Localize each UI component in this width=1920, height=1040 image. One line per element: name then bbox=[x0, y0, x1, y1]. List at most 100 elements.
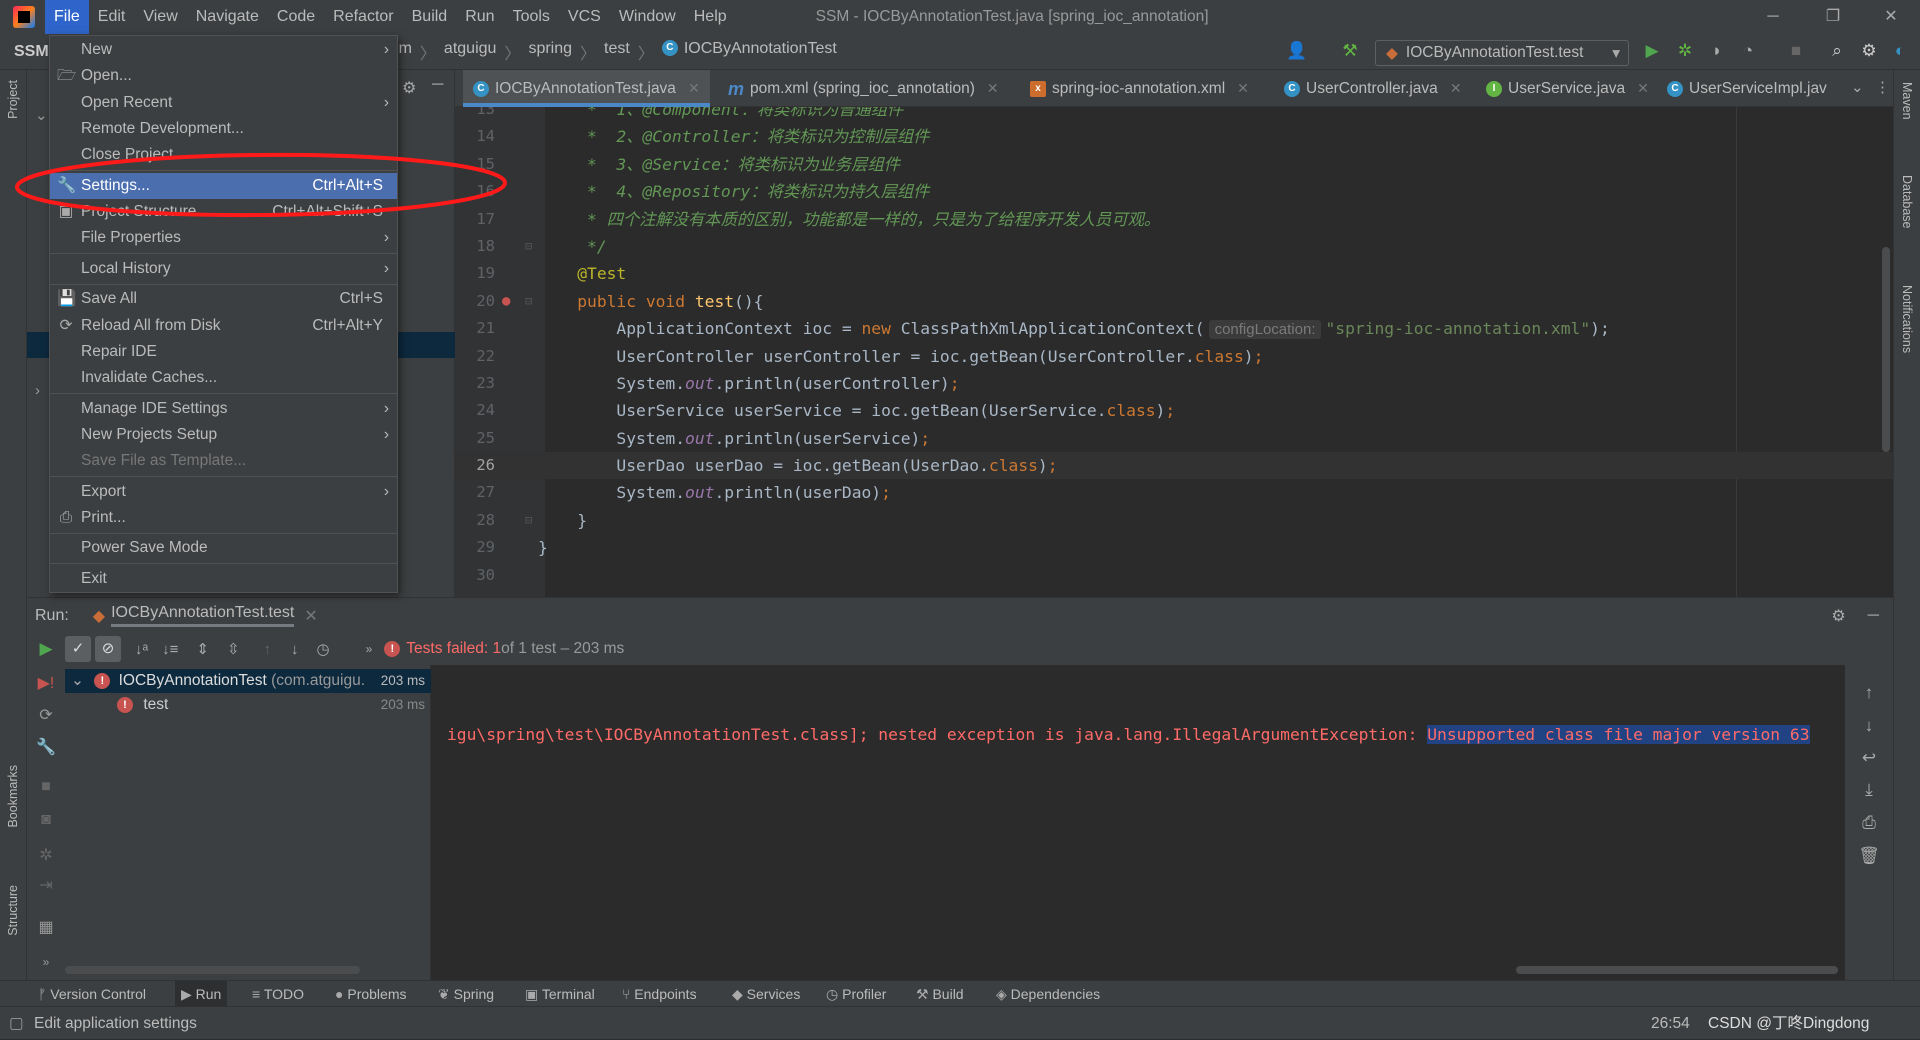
menu-navigate[interactable]: Navigate bbox=[187, 0, 268, 34]
clear-all-icon[interactable]: 🗑 bbox=[1845, 846, 1893, 866]
menu-item-reload-all-from-disk[interactable]: ⟳ Reload All from Disk Ctrl+Alt+Y bbox=[50, 313, 397, 339]
menu-vcs[interactable]: VCS bbox=[559, 0, 610, 34]
menu-view[interactable]: View bbox=[134, 0, 186, 34]
stop-icon[interactable]: ■ bbox=[1784, 41, 1808, 61]
menu-window[interactable]: Window bbox=[610, 0, 685, 34]
tool-tab-endpoints[interactable]: ⑂ Endpoints bbox=[616, 981, 703, 1007]
tool-tab-version-control[interactable]: ᚠ Version Control bbox=[32, 981, 152, 1007]
tool-tab-spring[interactable]: ❦ Spring bbox=[432, 981, 500, 1007]
chevron-right-icon[interactable]: › bbox=[35, 382, 40, 399]
maven-tool-button[interactable]: Maven bbox=[1900, 82, 1914, 120]
menu-item-power-save-mode[interactable]: Power Save Mode bbox=[50, 535, 397, 561]
menu-help[interactable]: Help bbox=[685, 0, 736, 34]
coverage-icon[interactable]: ◗ bbox=[1705, 41, 1729, 61]
menu-item-new-projects-setup[interactable]: New Projects Setup › bbox=[50, 422, 397, 448]
menu-file[interactable]: File bbox=[45, 0, 89, 34]
menu-item-settings[interactable]: 🔧 Settings... Ctrl+Alt+S bbox=[50, 172, 397, 199]
menu-item-open-recent[interactable]: Open Recent › bbox=[50, 90, 397, 116]
menu-item-file-properties[interactable]: File Properties › bbox=[50, 225, 397, 251]
debug-icon[interactable]: ✲ bbox=[1673, 41, 1697, 61]
close-window-button[interactable]: ✕ bbox=[1868, 0, 1914, 34]
more-toolbar-icon[interactable]: » bbox=[366, 642, 373, 656]
structure-tool-button[interactable]: Structure bbox=[6, 885, 20, 936]
rerun-icon[interactable]: ▶ bbox=[27, 639, 65, 659]
scroll-down-icon[interactable]: ↓ bbox=[1845, 716, 1893, 736]
menu-tools[interactable]: Tools bbox=[504, 0, 559, 34]
test-history-icon[interactable]: ◷ bbox=[317, 640, 330, 658]
tree-row-test-method[interactable]: ! test 203 ms bbox=[65, 693, 431, 717]
menu-item-export[interactable]: Export › bbox=[50, 479, 397, 505]
fold-marker-icon[interactable]: ⊟ bbox=[525, 507, 532, 534]
menu-item-manage-ide-settings[interactable]: Manage IDE Settings › bbox=[50, 396, 397, 422]
editor-tab[interactable]: x spring-ioc-annotation.xml ✕ bbox=[1020, 70, 1259, 107]
soft-wrap-icon[interactable]: ↩ bbox=[1845, 748, 1893, 768]
editor-tab[interactable]: C UserServiceImpl.jav bbox=[1657, 70, 1837, 107]
status-toggle-icon[interactable]: ▢ bbox=[9, 1007, 24, 1040]
menu-item-new[interactable]: New › bbox=[50, 37, 397, 63]
project-settings-icon[interactable]: ⚙ bbox=[402, 78, 416, 98]
show-ignored-toggle-icon[interactable]: ⊘ bbox=[95, 636, 121, 662]
tool-tab-problems[interactable]: ● Problems bbox=[329, 981, 413, 1007]
settings-gear-icon[interactable]: ⚙ bbox=[1857, 41, 1881, 61]
tree-row-test-class[interactable]: ⌄ ! IOCByAnnotationTest (com.atguigu. 20… bbox=[65, 669, 431, 693]
editor-tab[interactable]: I UserService.java ✕ bbox=[1476, 70, 1659, 107]
more-icon[interactable]: » bbox=[27, 955, 65, 969]
breadcrumb-item[interactable]: atguigu bbox=[444, 40, 497, 64]
code-editor[interactable]: 13 * 1、@Component：将类标识为普通组件 14 * 2、@Contr… bbox=[455, 107, 1893, 597]
console-output[interactable]: igu\spring\test\IOCByAnnotationTest.clas… bbox=[431, 665, 1875, 980]
close-tab-icon[interactable]: ✕ bbox=[1237, 70, 1249, 107]
fold-marker-icon[interactable]: ⊟ bbox=[525, 233, 532, 260]
tool-tab-todo[interactable]: ≡ TODO bbox=[246, 981, 310, 1007]
menu-item-local-history[interactable]: Local History › bbox=[50, 256, 397, 282]
wrench-icon[interactable]: 🔧 bbox=[27, 737, 65, 757]
menu-item-close-project[interactable]: Close Project bbox=[50, 142, 397, 168]
debug-settings-icon[interactable]: ✲ bbox=[27, 845, 65, 865]
editor-tab[interactable]: C UserController.java ✕ bbox=[1274, 70, 1472, 107]
menu-item-exit[interactable]: Exit bbox=[50, 566, 397, 592]
project-tool-button[interactable]: Project bbox=[6, 80, 20, 119]
collapse-all-icon[interactable]: ⇳ bbox=[227, 640, 240, 658]
menu-refactor[interactable]: Refactor bbox=[324, 0, 402, 34]
close-run-tab-icon[interactable]: ✕ bbox=[304, 606, 317, 626]
sort-by-duration-icon[interactable]: ↓≡ bbox=[162, 641, 178, 658]
breadcrumb-item[interactable]: test bbox=[604, 40, 630, 64]
more-options-icon[interactable]: ⋮ bbox=[1875, 78, 1890, 96]
minimize-button[interactable]: ─ bbox=[1750, 0, 1796, 34]
tree-horizontal-scrollbar[interactable] bbox=[65, 966, 360, 974]
rerun-failed-icon[interactable]: ▶! bbox=[27, 673, 65, 693]
profile-icon[interactable]: ◔ bbox=[1736, 41, 1760, 61]
console-horizontal-scrollbar[interactable] bbox=[1516, 966, 1838, 974]
show-passed-toggle-icon[interactable]: ✓ bbox=[65, 636, 91, 662]
scroll-up-icon[interactable]: ↑ bbox=[1845, 683, 1893, 703]
bookmarks-tool-button[interactable]: Bookmarks bbox=[6, 765, 20, 828]
build-hammer-icon[interactable]: ⚒ bbox=[1338, 41, 1362, 61]
close-tab-icon[interactable]: ✕ bbox=[987, 70, 999, 107]
breadcrumb-item[interactable]: spring bbox=[528, 40, 572, 64]
close-tab-icon[interactable]: ✕ bbox=[1637, 70, 1649, 107]
run-test-gutter-icon[interactable]: ● bbox=[502, 288, 510, 315]
menu-edit[interactable]: Edit bbox=[89, 0, 135, 34]
editor-tab[interactable]: m pom.xml (spring_ioc_annotation) ✕ bbox=[718, 70, 1009, 107]
run-settings-gear-icon[interactable]: ⚙ bbox=[1831, 606, 1845, 626]
run-tab[interactable]: IOCByAnnotationTest.test bbox=[111, 604, 295, 627]
editor-scrollbar[interactable] bbox=[1882, 247, 1890, 452]
next-failed-icon[interactable]: ↓ bbox=[291, 641, 299, 658]
menu-build[interactable]: Build bbox=[403, 0, 457, 34]
scroll-to-end-icon[interactable]: ⤓ bbox=[1845, 780, 1893, 800]
search-icon[interactable]: ⌕ bbox=[1825, 41, 1849, 61]
menu-item-project-structure[interactable]: ▣ Project Structure... Ctrl+Alt+Shift+S bbox=[50, 199, 397, 225]
project-name[interactable]: SSM bbox=[14, 43, 49, 61]
tool-tab-build[interactable]: ⚒ Build bbox=[910, 981, 970, 1007]
chevron-down-icon[interactable]: ⌄ bbox=[71, 672, 84, 689]
tool-tab-run[interactable]: ▶ Run bbox=[175, 981, 228, 1007]
menu-item-open[interactable]: 🗁 Open... bbox=[50, 63, 397, 89]
tool-tab-terminal[interactable]: ▣ Terminal bbox=[519, 981, 601, 1007]
close-tab-icon[interactable]: ✕ bbox=[1450, 70, 1462, 107]
expand-all-icon[interactable]: ⇕ bbox=[196, 640, 209, 658]
menu-run[interactable]: Run bbox=[456, 0, 503, 34]
fold-marker-icon[interactable]: ⊟ bbox=[525, 288, 532, 315]
toggle-auto-test-icon[interactable]: ⟳ bbox=[27, 705, 65, 725]
camera-icon[interactable]: ◙ bbox=[27, 811, 65, 829]
tool-tab-profiler[interactable]: ◷ Profiler bbox=[820, 981, 892, 1007]
stop-icon[interactable]: ■ bbox=[27, 778, 65, 796]
